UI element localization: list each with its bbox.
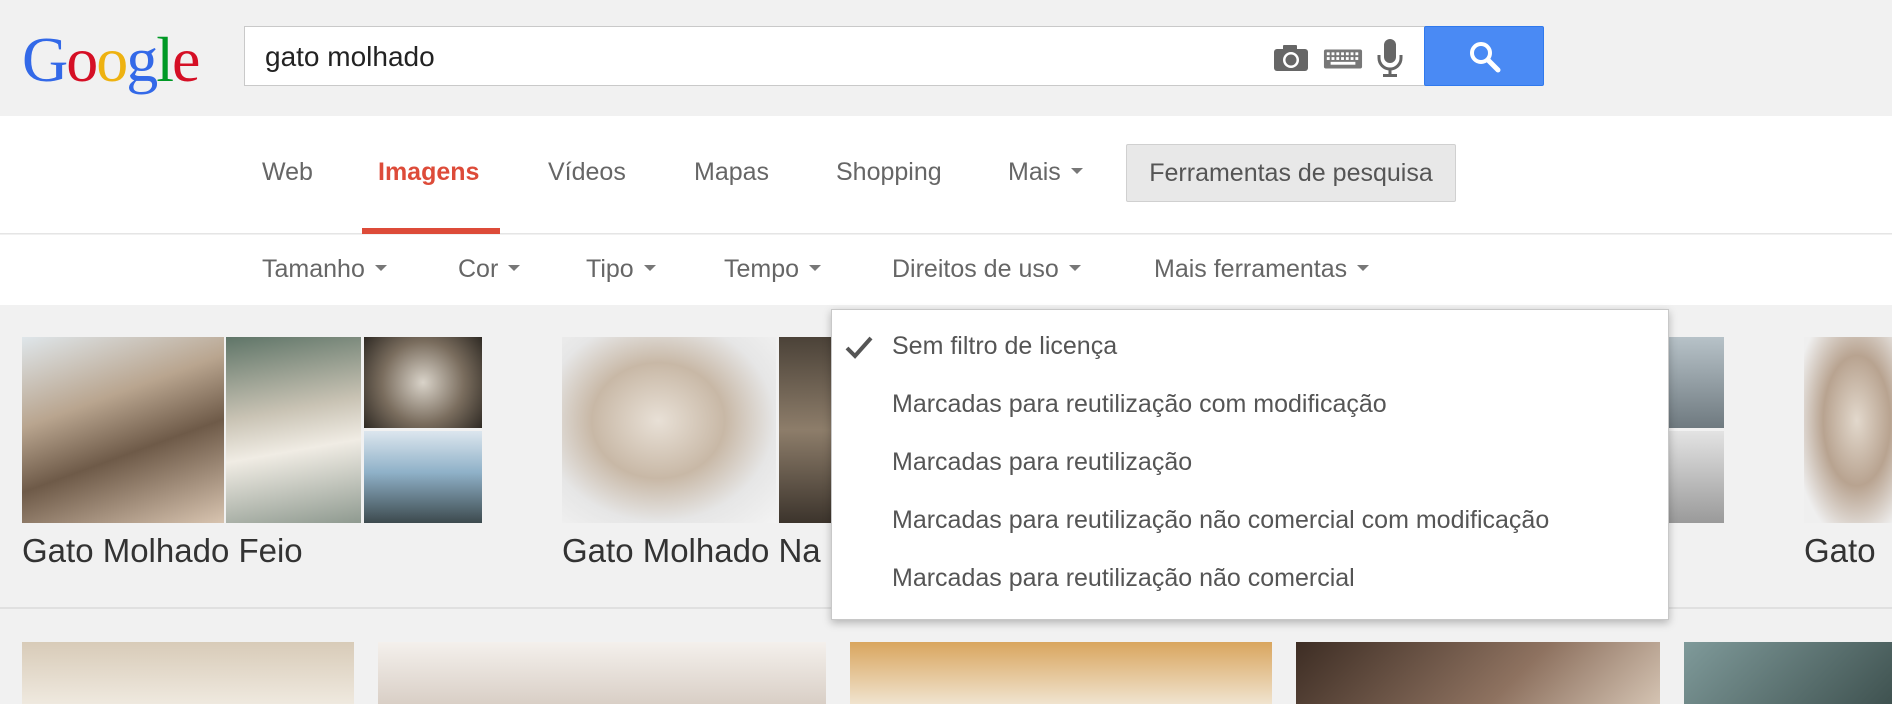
filter-bar: Tamanho Cor Tipo Tempo Direitos de uso M…	[0, 235, 1892, 305]
google-logo[interactable]: Google	[22, 20, 200, 100]
search-input[interactable]: gato molhado	[244, 26, 1427, 86]
result-thumbnail[interactable]	[779, 337, 831, 523]
search-tabs: Web Imagens Vídeos Mapas Shopping Mais F…	[0, 116, 1892, 234]
microphone-icon[interactable]	[1373, 37, 1407, 79]
filter-size[interactable]: Tamanho	[262, 255, 387, 284]
active-tab-indicator	[362, 228, 500, 234]
result-thumbnail[interactable]	[1684, 642, 1892, 704]
logo-letter: l	[156, 24, 174, 95]
tab-shopping[interactable]: Shopping	[836, 158, 942, 187]
result-thumbnail[interactable]	[850, 642, 1272, 704]
filter-usage-rights-label: Direitos de uso	[892, 255, 1059, 283]
result-thumbnail[interactable]	[226, 337, 361, 523]
menu-item-reuse-with-modification[interactable]: Marcadas para reutilização com modificaç…	[892, 390, 1387, 419]
menu-item-noncommercial-reuse-with-modification[interactable]: Marcadas para reutilização não comercial…	[892, 506, 1549, 535]
filter-type[interactable]: Tipo	[586, 255, 656, 284]
result-thumbnail[interactable]	[1669, 337, 1724, 428]
tab-videos[interactable]: Vídeos	[548, 158, 626, 187]
filter-type-label: Tipo	[586, 255, 634, 283]
filter-size-label: Tamanho	[262, 255, 365, 283]
search-query-text[interactable]: gato molhado	[265, 41, 435, 73]
search-icon	[1470, 42, 1501, 73]
chevron-down-icon	[1068, 265, 1081, 272]
result-thumbnail[interactable]	[1804, 337, 1892, 523]
chevron-down-icon	[1070, 168, 1083, 175]
logo-letter: o	[66, 24, 98, 95]
filter-color[interactable]: Cor	[458, 255, 521, 284]
camera-icon[interactable]	[1271, 41, 1311, 73]
result-thumbnail[interactable]	[22, 642, 354, 704]
tab-maps[interactable]: Mapas	[694, 158, 769, 187]
result-title[interactable]: Gato Molhado Na	[562, 532, 821, 570]
result-title[interactable]: Gato Molhado Feio	[22, 532, 303, 570]
logo-letter: g	[126, 24, 158, 95]
result-thumbnail[interactable]	[1296, 642, 1660, 704]
search-button[interactable]	[1424, 26, 1544, 86]
filter-more-tools[interactable]: Mais ferramentas	[1154, 255, 1370, 284]
usage-rights-menu: Sem filtro de licença Marcadas para reut…	[831, 309, 1669, 620]
tab-web[interactable]: Web	[262, 158, 313, 187]
logo-letter: e	[172, 24, 200, 95]
result-title[interactable]: Gato	[1804, 532, 1876, 570]
logo-letter: G	[22, 24, 68, 95]
header: Google gato molhado	[0, 0, 1892, 116]
tab-more-label: Mais	[1008, 158, 1061, 186]
result-thumbnail[interactable]	[364, 431, 482, 523]
filter-usage-rights[interactable]: Direitos de uso	[892, 255, 1081, 284]
filter-more-tools-label: Mais ferramentas	[1154, 255, 1348, 283]
menu-item-reuse[interactable]: Marcadas para reutilização	[892, 448, 1192, 477]
result-thumbnail[interactable]	[22, 337, 224, 523]
result-thumbnail[interactable]	[378, 642, 826, 704]
filter-time-label: Tempo	[724, 255, 800, 283]
menu-item-no-license-filter[interactable]: Sem filtro de licença	[892, 332, 1117, 361]
chevron-down-icon	[809, 265, 822, 272]
result-thumbnail[interactable]	[1669, 431, 1724, 523]
filter-time[interactable]: Tempo	[724, 255, 822, 284]
checkmark-icon	[845, 336, 873, 359]
chevron-down-icon	[508, 265, 521, 272]
chevron-down-icon	[643, 265, 656, 272]
chevron-down-icon	[1357, 265, 1370, 272]
logo-letter: o	[96, 24, 128, 95]
search-tools-button[interactable]: Ferramentas de pesquisa	[1126, 144, 1456, 202]
tab-more[interactable]: Mais	[1008, 158, 1083, 187]
filter-color-label: Cor	[458, 255, 499, 283]
menu-item-noncommercial-reuse[interactable]: Marcadas para reutilização não comercial	[892, 564, 1355, 593]
tab-images[interactable]: Imagens	[378, 158, 479, 187]
chevron-down-icon	[374, 265, 387, 272]
result-thumbnail[interactable]	[562, 337, 776, 523]
result-thumbnail[interactable]	[364, 337, 482, 428]
keyboard-icon[interactable]	[1323, 43, 1363, 75]
